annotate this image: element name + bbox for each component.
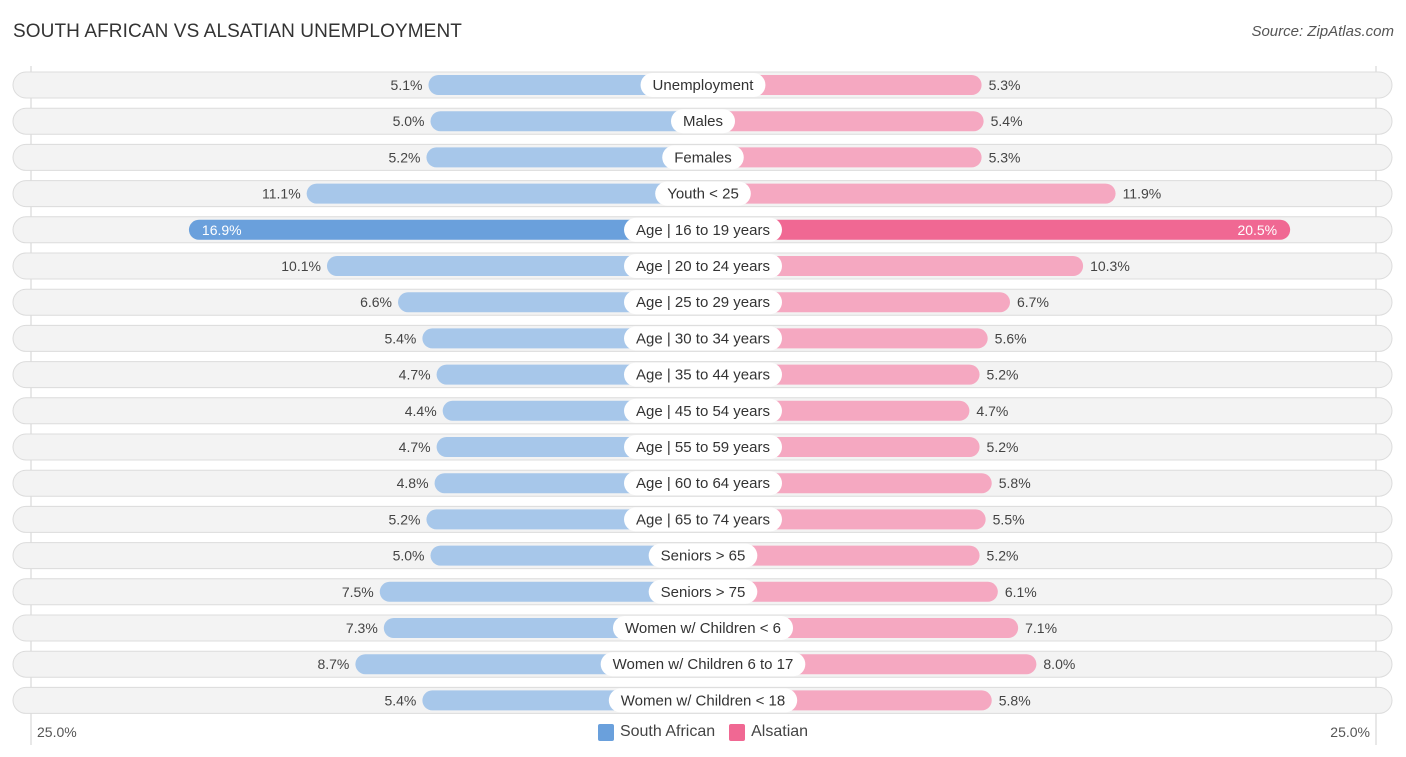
value-label-alsatian: 8.0% <box>1043 656 1075 672</box>
table-row: 10.1% 10.3% Age | 20 to 24 years <box>12 252 1393 280</box>
value-label-alsatian: 5.3% <box>989 149 1021 165</box>
category-label: Seniors > 75 <box>661 584 746 601</box>
table-row: 8.7% 8.0% Women w/ Children 6 to 17 <box>12 650 1393 678</box>
legend-item-alsatian[interactable]: Alsatian <box>729 723 808 741</box>
bar-alsatian <box>703 111 984 132</box>
value-label-south-african: 8.7% <box>317 656 349 672</box>
category-label: Females <box>674 149 732 166</box>
value-label-south-african: 10.1% <box>281 258 321 274</box>
legend-swatch-alsatian <box>729 723 746 741</box>
category-label: Women w/ Children < 18 <box>621 692 785 709</box>
category-label: Age | 55 to 59 years <box>636 439 770 456</box>
table-row: 6.6% 6.7% Age | 25 to 29 years <box>12 288 1393 316</box>
value-label-alsatian: 5.2% <box>987 367 1019 383</box>
value-label-south-african: 5.1% <box>391 77 423 93</box>
bar-alsatian <box>703 147 982 168</box>
legend-label-south-african: South African <box>619 723 716 740</box>
category-label: Unemployment <box>653 77 755 94</box>
legend: South African Alsatian <box>0 723 1406 741</box>
table-row: 16.9% 20.5% Age | 16 to 19 years <box>12 216 1393 244</box>
legend-swatch-south-african <box>597 723 614 741</box>
value-label-south-african: 5.0% <box>393 113 425 129</box>
category-label: Women w/ Children 6 to 17 <box>613 656 794 673</box>
value-label-alsatian: 5.5% <box>993 511 1025 527</box>
legend-item-south-african[interactable]: South African <box>597 723 716 741</box>
value-label-alsatian: 4.7% <box>976 403 1008 419</box>
table-row: 5.4% 5.6% Age | 30 to 34 years <box>12 324 1393 352</box>
table-row: 5.0% 5.4% Males <box>12 107 1393 135</box>
value-label-south-african: 4.8% <box>397 475 429 491</box>
value-label-south-african: 5.4% <box>384 330 416 346</box>
category-label: Seniors > 65 <box>661 548 746 565</box>
category-label: Youth < 25 <box>667 186 739 203</box>
value-label-south-african: 7.3% <box>346 620 378 636</box>
value-label-alsatian: 5.4% <box>991 113 1023 129</box>
value-label-south-african: 5.4% <box>384 692 416 708</box>
category-label: Age | 45 to 54 years <box>636 403 770 420</box>
category-label: Age | 65 to 74 years <box>636 511 770 528</box>
value-label-south-african: 4.7% <box>399 367 431 383</box>
table-row: 5.2% 5.3% Females <box>12 143 1393 171</box>
value-label-alsatian: 5.2% <box>987 439 1019 455</box>
value-label-alsatian: 20.5% <box>1237 222 1277 238</box>
value-label-south-african: 5.2% <box>389 149 421 165</box>
value-label-alsatian: 5.2% <box>987 548 1019 564</box>
table-row: 7.3% 7.1% Women w/ Children < 6 <box>12 614 1393 642</box>
bar-alsatian <box>703 183 1116 204</box>
value-label-alsatian: 7.1% <box>1025 620 1057 636</box>
value-label-south-african: 4.4% <box>405 403 437 419</box>
table-row: 4.8% 5.8% Age | 60 to 64 years <box>12 469 1393 497</box>
table-row: 7.5% 6.1% Seniors > 75 <box>12 578 1393 606</box>
table-row: 4.4% 4.7% Age | 45 to 54 years <box>12 397 1393 425</box>
value-label-alsatian: 10.3% <box>1090 258 1130 274</box>
value-label-alsatian: 6.7% <box>1017 294 1049 310</box>
value-label-alsatian: 5.8% <box>999 475 1031 491</box>
category-label: Age | 30 to 34 years <box>636 330 770 347</box>
table-row: 5.2% 5.5% Age | 65 to 74 years <box>12 505 1393 533</box>
diverging-bar-chart: 5.1% 5.3% Unemployment 5.0% 5.4% Males 5.2% 5.3… <box>12 66 1393 745</box>
legend-label-alsatian: Alsatian <box>751 723 809 740</box>
table-row: 4.7% 5.2% Age | 55 to 59 years <box>12 433 1393 461</box>
value-label-south-african: 6.6% <box>360 294 392 310</box>
value-label-alsatian: 5.8% <box>999 692 1031 708</box>
table-row: 5.0% 5.2% Seniors > 65 <box>12 542 1393 570</box>
value-label-alsatian: 6.1% <box>1005 584 1037 600</box>
table-row: 5.1% 5.3% Unemployment <box>12 71 1393 99</box>
value-label-alsatian: 5.6% <box>995 330 1027 346</box>
bar-south-african <box>430 111 703 132</box>
category-label: Age | 25 to 29 years <box>636 294 770 311</box>
bar-south-african <box>306 183 703 204</box>
category-label: Age | 60 to 64 years <box>636 475 770 492</box>
category-label: Age | 16 to 19 years <box>636 222 770 239</box>
category-label: Age | 20 to 24 years <box>636 258 770 275</box>
value-label-alsatian: 5.3% <box>989 77 1021 93</box>
table-row: 11.1% 11.9% Youth < 25 <box>12 180 1393 208</box>
value-label-south-african: 11.1% <box>262 186 301 202</box>
value-label-south-african: 5.0% <box>393 548 425 564</box>
bar-south-african <box>426 147 703 168</box>
value-label-south-african: 7.5% <box>342 584 374 600</box>
category-label: Age | 35 to 44 years <box>636 367 770 384</box>
category-label: Males <box>683 113 723 130</box>
value-label-alsatian: 11.9% <box>1123 186 1162 202</box>
value-label-south-african: 16.9% <box>202 222 242 238</box>
table-row: 4.7% 5.2% Age | 35 to 44 years <box>12 361 1393 389</box>
category-label: Women w/ Children < 6 <box>625 620 781 637</box>
value-label-south-african: 5.2% <box>389 511 421 527</box>
table-row: 5.4% 5.8% Women w/ Children < 18 <box>12 686 1393 714</box>
value-label-south-african: 4.7% <box>399 439 431 455</box>
bar-alsatian <box>703 219 1291 240</box>
